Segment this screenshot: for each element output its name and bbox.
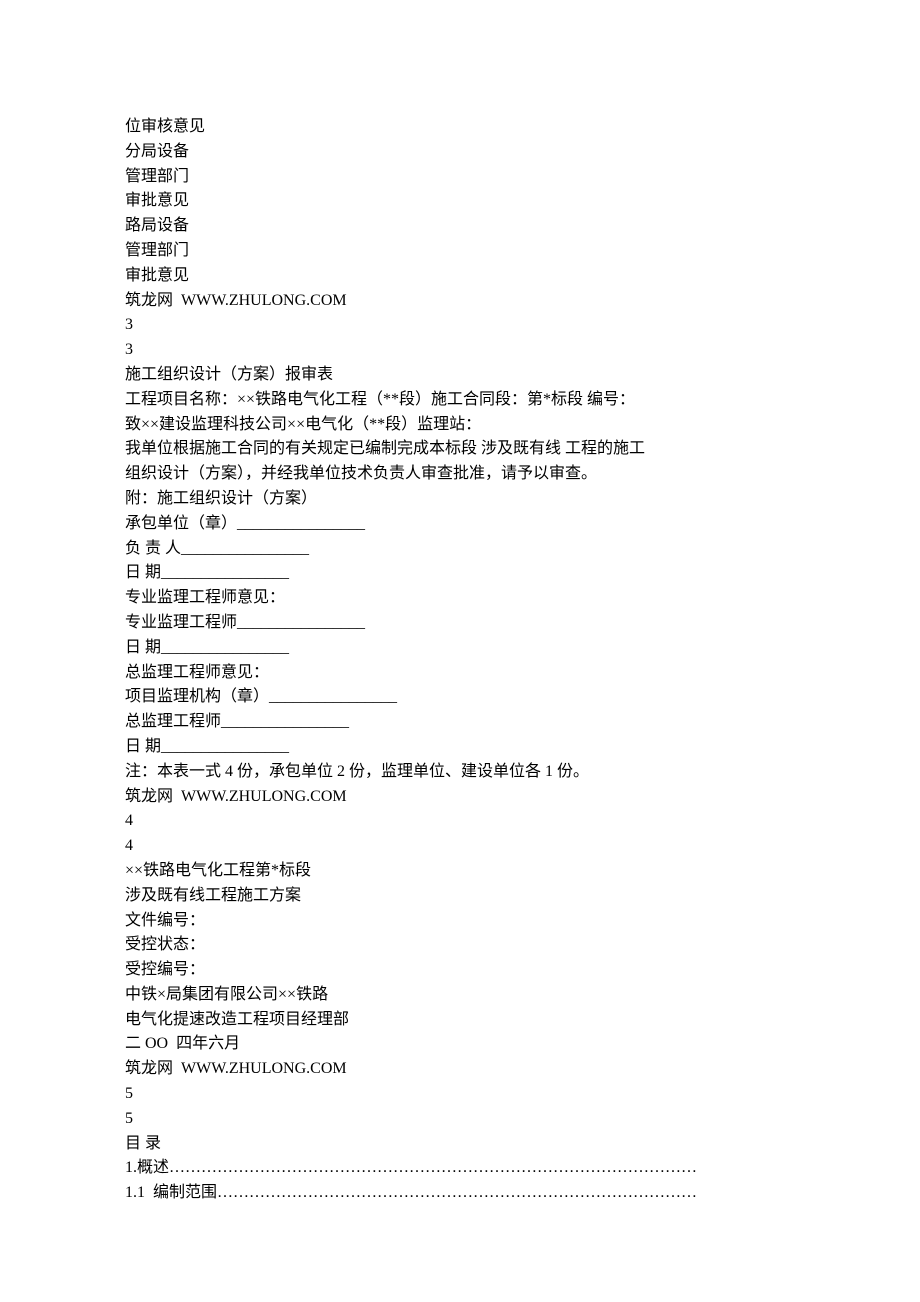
- text-line: 承包单位（章）________________: [125, 512, 795, 537]
- text-line: 日 期________________: [125, 735, 795, 760]
- text-line: 日 期________________: [125, 561, 795, 586]
- text-line: 筑龙网 WWW.ZHULONG.COM: [125, 289, 795, 314]
- text-line: 4: [125, 809, 795, 834]
- text-line: 目 录: [125, 1132, 795, 1157]
- text-line: 文件编号：: [125, 909, 795, 934]
- text-line: 致××建设监理科技公司××电气化（**段）监理站：: [125, 413, 795, 438]
- text-line: 审批意见: [125, 189, 795, 214]
- text-line: 施工组织设计（方案）报审表: [125, 363, 795, 388]
- text-line: 1.概述………………………………………………………………………………………: [125, 1156, 795, 1181]
- text-line: 工程项目名称：××铁路电气化工程（**段）施工合同段：第*标段 编号：: [125, 388, 795, 413]
- text-line: 筑龙网 WWW.ZHULONG.COM: [125, 1057, 795, 1082]
- text-line: 3: [125, 338, 795, 363]
- text-line: 专业监理工程师________________: [125, 611, 795, 636]
- text-line: 受控编号：: [125, 958, 795, 983]
- text-line: 涉及既有线工程施工方案: [125, 884, 795, 909]
- text-line: 日 期________________: [125, 636, 795, 661]
- text-line: 筑龙网 WWW.ZHULONG.COM: [125, 785, 795, 810]
- text-line: 附：施工组织设计（方案）: [125, 487, 795, 512]
- text-line: 5: [125, 1082, 795, 1107]
- text-line: 电气化提速改造工程项目经理部: [125, 1008, 795, 1033]
- text-line: 中铁×局集团有限公司××铁路: [125, 983, 795, 1008]
- text-line: 受控状态：: [125, 933, 795, 958]
- text-line: 我单位根据施工合同的有关规定已编制完成本标段 涉及既有线 工程的施工: [125, 437, 795, 462]
- text-line: 管理部门: [125, 239, 795, 264]
- text-line: 组织设计（方案），并经我单位技术负责人审查批准，请予以审查。: [125, 462, 795, 487]
- text-line: 路局设备: [125, 214, 795, 239]
- text-line: 1.1 编制范围………………………………………………………………………………: [125, 1181, 795, 1206]
- text-line: 管理部门: [125, 165, 795, 190]
- text-line: 负 责 人________________: [125, 537, 795, 562]
- text-line: 注：本表一式 4 份，承包单位 2 份，监理单位、建设单位各 1 份。: [125, 760, 795, 785]
- text-line: 4: [125, 834, 795, 859]
- text-line: 3: [125, 313, 795, 338]
- text-line: 5: [125, 1107, 795, 1132]
- text-line: 专业监理工程师意见：: [125, 586, 795, 611]
- text-line: 总监理工程师意见：: [125, 661, 795, 686]
- text-line: 位审核意见: [125, 115, 795, 140]
- text-line: 项目监理机构（章）________________: [125, 685, 795, 710]
- text-line: 总监理工程师________________: [125, 710, 795, 735]
- text-line: 二 OO 四年六月: [125, 1032, 795, 1057]
- document-body: 位审核意见分局设备管理部门审批意见路局设备管理部门审批意见筑龙网 WWW.ZHU…: [125, 115, 795, 1206]
- text-line: 分局设备: [125, 140, 795, 165]
- text-line: ××铁路电气化工程第*标段: [125, 859, 795, 884]
- text-line: 审批意见: [125, 264, 795, 289]
